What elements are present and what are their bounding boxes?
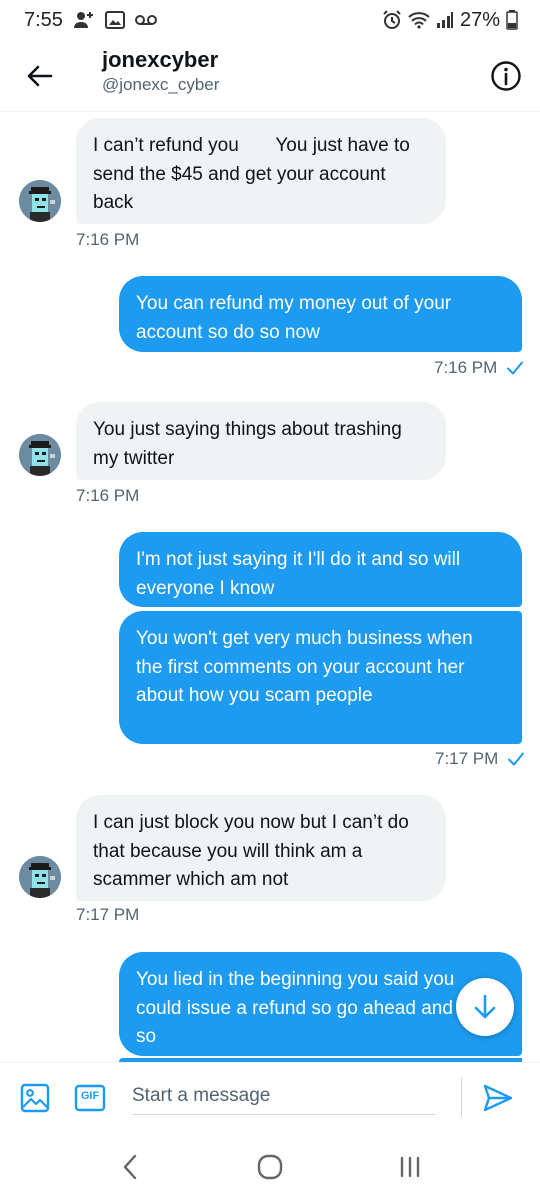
add-gif-button[interactable]: GIF (74, 1083, 106, 1118)
conversation-title[interactable]: jonexcyber @jonexc_cyber (102, 46, 219, 96)
info-icon (491, 61, 521, 91)
add-contact-notification-icon (73, 10, 95, 30)
message-timestamp: 7:16 PM (76, 486, 140, 505)
system-navigation-bar (0, 1134, 540, 1200)
system-back-button[interactable] (100, 1142, 160, 1192)
message-bubble-outgoing[interactable]: You won't get very much business when th… (119, 611, 522, 744)
message-timestamp: 7:17 PM (435, 749, 499, 768)
arrow-down-icon (474, 994, 496, 1019)
image-icon (20, 1083, 50, 1113)
conversation-header: jonexcyber @jonexc_cyber (0, 40, 540, 112)
pixel-avatar-icon (19, 180, 61, 222)
arrow-left-icon (27, 65, 53, 87)
message-bubble-incoming[interactable]: I can’t refund you You just have to send… (76, 118, 446, 224)
gif-label: GIF (80, 1090, 100, 1102)
composer-divider (461, 1077, 462, 1117)
home-icon (257, 1154, 283, 1180)
battery-icon (506, 10, 518, 30)
alarm-icon (382, 10, 402, 30)
message-timestamp: 7:17 PM (76, 905, 140, 924)
chevron-left-icon (123, 1154, 137, 1180)
gallery-notification-icon (104, 11, 125, 29)
message-bubble-outgoing[interactable]: You can refund my money out of your acco… (119, 276, 522, 352)
send-button[interactable] (482, 1083, 514, 1118)
back-button[interactable] (22, 58, 58, 94)
scroll-to-bottom-button[interactable] (456, 978, 514, 1036)
contact-handle: @jonexc_cyber (102, 75, 220, 94)
battery-percentage: 27% (459, 8, 500, 31)
message-timestamp-row: 7:17 PM (435, 749, 525, 769)
pixel-avatar-icon (19, 856, 61, 898)
contact-name: jonexcyber (102, 47, 219, 72)
message-composer: GIF (0, 1062, 540, 1134)
message-bubble-incoming[interactable]: You just saying things about trashing my… (76, 402, 446, 480)
pixel-avatar-icon (19, 434, 61, 476)
message-bubble-outgoing[interactable]: I'm not just saying it I'll do it and so… (119, 532, 522, 607)
check-icon (508, 752, 525, 766)
avatar[interactable] (19, 856, 61, 898)
send-icon (483, 1084, 513, 1112)
signal-icon (436, 11, 454, 29)
system-recents-button[interactable] (380, 1142, 440, 1192)
message-input[interactable] (132, 1077, 436, 1115)
message-bubble-incoming[interactable]: I can just block you now but I can’t do … (76, 795, 446, 901)
status-bar: 7:55 27% (0, 0, 540, 40)
message-timestamp-row: 7:16 PM (434, 358, 524, 378)
status-time: 7:55 (24, 8, 63, 31)
system-home-button[interactable] (240, 1142, 300, 1192)
message-timestamp: 7:16 PM (76, 230, 140, 249)
add-media-button[interactable] (20, 1083, 50, 1118)
wifi-icon (408, 11, 430, 29)
voicemail-notification-icon (134, 14, 157, 26)
message-timestamp: 7:16 PM (434, 358, 498, 377)
recents-icon (400, 1156, 420, 1178)
avatar[interactable] (19, 180, 61, 222)
check-icon (507, 361, 524, 375)
info-button[interactable] (488, 58, 524, 94)
avatar[interactable] (19, 434, 61, 476)
